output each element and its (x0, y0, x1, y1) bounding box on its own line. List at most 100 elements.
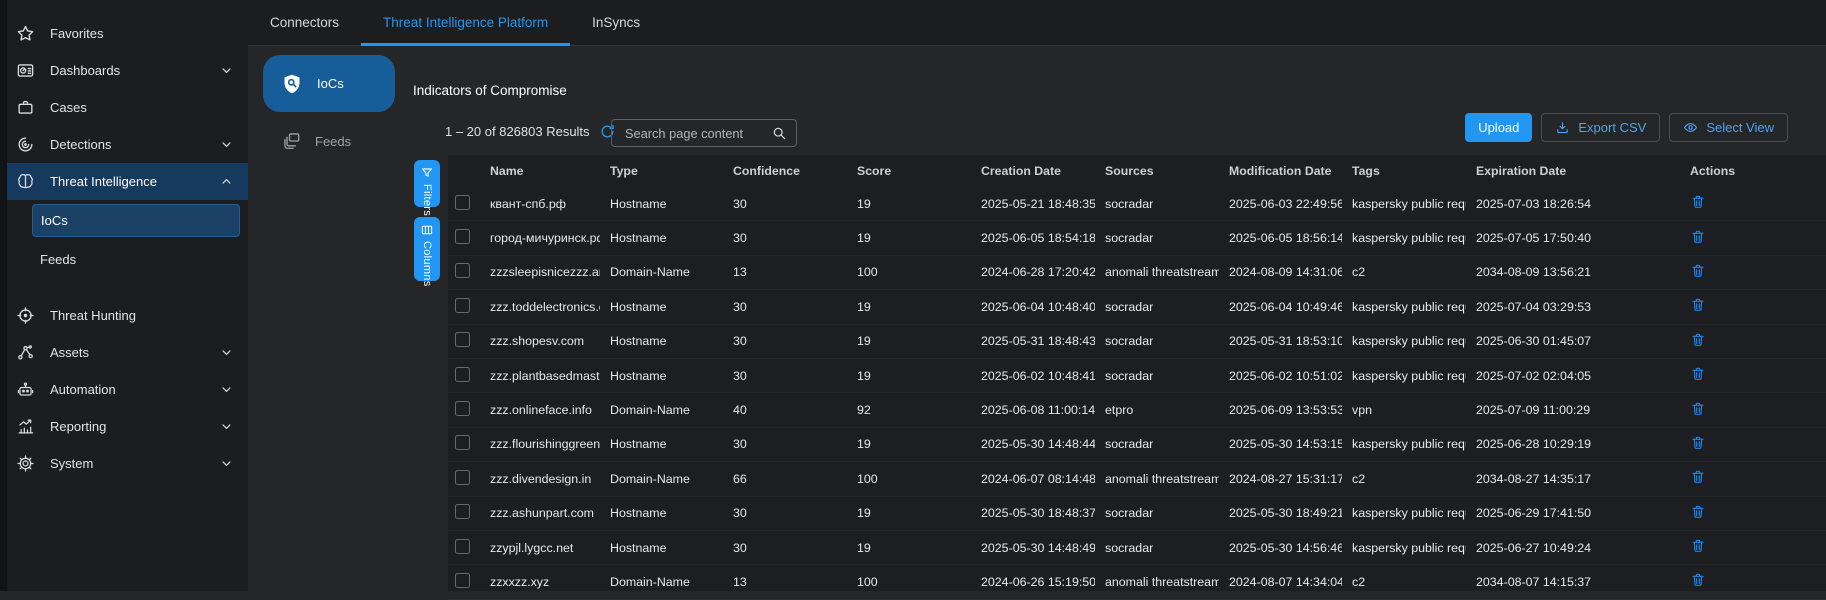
table-row-row-4[interactable]: zzz.toddelectronics.c Hostname 30 19 202… (448, 290, 1826, 324)
cell-modification-date: 2025-05-30 14:53:15 (1219, 437, 1342, 451)
table-row-row-2[interactable]: город-мичуринск.рф Hostname 30 19 2025-0… (448, 221, 1826, 255)
trash-icon[interactable] (1690, 297, 1706, 313)
cell-sources: socradar (1095, 300, 1219, 314)
column-header-expiration-date[interactable]: Expiration Date (1466, 164, 1680, 178)
trash-icon[interactable] (1690, 435, 1706, 451)
export-csv-button[interactable]: Export CSV (1541, 113, 1660, 142)
row-checkbox[interactable] (455, 504, 470, 519)
row-checkbox[interactable] (455, 195, 470, 210)
sidebar-item-dashboards[interactable]: Dashboards (0, 52, 248, 89)
row-checkbox[interactable] (455, 573, 470, 588)
cell-score: 19 (847, 541, 971, 555)
cases-icon (16, 98, 35, 117)
column-header-tags[interactable]: Tags (1342, 164, 1466, 178)
trash-icon[interactable] (1690, 504, 1706, 520)
column-header-actions: Actions (1680, 164, 1826, 178)
search-box[interactable] (611, 119, 797, 147)
table-header: Name Type Confidence Score Creation Date… (448, 155, 1826, 187)
sidebar-item-favorites[interactable]: Favorites (0, 15, 248, 52)
trash-icon[interactable] (1690, 263, 1706, 279)
sidebar-item-threat-intelligence[interactable]: Threat Intelligence (0, 163, 248, 200)
row-checkbox[interactable] (455, 401, 470, 416)
table-row-row-7[interactable]: zzz.onlineface.info Domain-Name 40 92 20… (448, 393, 1826, 427)
results-summary: 1 – 20 of 826803 Results (445, 122, 616, 140)
results-text: 1 – 20 of 826803 Results (445, 124, 590, 139)
cell-creation-date: 2024-06-26 15:19:50 (971, 575, 1095, 589)
trash-icon[interactable] (1690, 229, 1706, 245)
table-row-row-5[interactable]: zzz.shopesv.com Hostname 30 19 2025-05-3… (448, 325, 1826, 359)
row-checkbox[interactable] (455, 298, 470, 313)
cell-type: Domain-Name (600, 403, 723, 417)
cell-type: Hostname (600, 300, 723, 314)
column-header-modification-date[interactable]: Modification Date (1219, 164, 1342, 178)
trash-icon[interactable] (1690, 572, 1706, 588)
columns-button[interactable]: Columns (414, 217, 440, 281)
sidebar-item-detections[interactable]: Detections (0, 126, 248, 163)
content-area: IoCs Feeds Indicators of Compromise 1 – … (248, 46, 1826, 591)
table-row-row-10[interactable]: zzz.ashunpart.com Hostname 30 19 2025-05… (448, 497, 1826, 531)
sidebar-item-feeds[interactable]: Feeds (0, 241, 248, 277)
sidebar-item-threat-hunting[interactable]: Threat Hunting (0, 297, 248, 334)
sidebar-item-cases[interactable]: Cases (0, 89, 248, 126)
tab-threat-intelligence-platform[interactable]: Threat Intelligence Platform (361, 0, 570, 45)
column-header-name[interactable]: Name (478, 164, 600, 178)
trash-icon[interactable] (1690, 401, 1706, 417)
row-checkbox[interactable] (455, 435, 470, 450)
row-checkbox[interactable] (455, 470, 470, 485)
cell-creation-date: 2025-05-30 18:48:37 (971, 506, 1095, 520)
sidebar-item-reporting[interactable]: Reporting (0, 408, 248, 445)
action-buttons: Upload Export CSV Select View (1465, 113, 1788, 142)
filters-button[interactable]: Filters (414, 160, 440, 207)
trash-icon[interactable] (1690, 469, 1706, 485)
threat-intelligence-icon (16, 172, 35, 191)
trash-icon[interactable] (1690, 366, 1706, 382)
cell-name: квант-спб.рф (478, 197, 600, 211)
trash-icon[interactable] (1690, 538, 1706, 554)
cell-tags: kaspersky public requ (1342, 300, 1466, 314)
sidebar-item-assets[interactable]: Assets (0, 334, 248, 371)
table-row-row-9[interactable]: zzz.divendesign.in Domain-Name 66 100 20… (448, 462, 1826, 496)
cell-name: zzypjl.lygcc.net (478, 541, 600, 555)
cell-modification-date: 2025-06-05 18:56:14 (1219, 231, 1342, 245)
cell-tags: kaspersky public requ (1342, 541, 1466, 555)
table-row-row-12[interactable]: zzxxzz.xyz Domain-Name 13 100 2024-06-26… (448, 565, 1826, 599)
system-icon (16, 454, 35, 473)
upload-button[interactable]: Upload (1465, 113, 1532, 142)
column-header-type[interactable]: Type (600, 164, 723, 178)
table-row-row-6[interactable]: zzz.plantbasedmaste Hostname 30 19 2025-… (448, 359, 1826, 393)
row-checkbox[interactable] (455, 263, 470, 278)
row-checkbox[interactable] (455, 539, 470, 554)
sidebar-item-iocs[interactable]: IoCs (32, 204, 240, 237)
column-header-sources[interactable]: Sources (1095, 164, 1219, 178)
cell-creation-date: 2024-06-07 08:14:48 (971, 472, 1095, 486)
row-checkbox[interactable] (455, 332, 470, 347)
column-header-score[interactable]: Score (847, 164, 971, 178)
sidebar-item-automation[interactable]: Automation (0, 371, 248, 408)
table-row-row-3[interactable]: zzzsleepisnicezzz.ar Domain-Name 13 100 … (448, 256, 1826, 290)
select-view-button[interactable]: Select View (1669, 113, 1788, 142)
column-header-creation-date[interactable]: Creation Date (971, 164, 1095, 178)
cell-type: Hostname (600, 506, 723, 520)
tab-insyncs[interactable]: InSyncs (570, 0, 662, 45)
trash-icon[interactable] (1690, 194, 1706, 210)
threat-intelligence-app: Favorites Dashboards Cases De (0, 0, 1826, 591)
table-row-row-8[interactable]: zzz.flourishinggreens Hostname 30 19 202… (448, 428, 1826, 462)
cell-score: 100 (847, 575, 971, 589)
subnav-item-iocs[interactable]: IoCs (263, 55, 395, 112)
sidebar-item-system[interactable]: System (0, 445, 248, 482)
cell-expiration-date: 2034-08-09 13:56:21 (1466, 265, 1680, 279)
table-row-row-1[interactable]: квант-спб.рф Hostname 30 19 2025-05-21 1… (448, 187, 1826, 221)
cell-confidence: 66 (723, 472, 847, 486)
subnav-item-feeds[interactable]: Feeds (263, 124, 395, 158)
tab-connectors[interactable]: Connectors (248, 0, 361, 45)
column-header-confidence[interactable]: Confidence (723, 164, 847, 178)
trash-icon[interactable] (1690, 332, 1706, 348)
cell-name: zzz.shopesv.com (478, 334, 600, 348)
chevron-down-icon (219, 63, 234, 78)
cell-name: zzz.flourishinggreens (478, 437, 600, 451)
table-row-row-11[interactable]: zzypjl.lygcc.net Hostname 30 19 2025-05-… (448, 531, 1826, 565)
search-input[interactable] (623, 125, 771, 142)
row-checkbox[interactable] (455, 229, 470, 244)
cell-type: Hostname (600, 231, 723, 245)
row-checkbox[interactable] (455, 367, 470, 382)
